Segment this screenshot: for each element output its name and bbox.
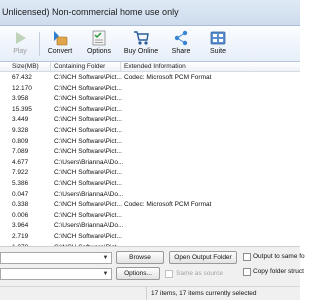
cell-folder: C:\NCH Software\Pict... <box>54 201 122 209</box>
cell-size: 12.170 <box>12 84 32 92</box>
checklist-icon <box>92 30 106 46</box>
chevron-down-icon[interactable]: ▼ <box>101 270 110 278</box>
list-header: Size(MB) Containing Folder Extended Info… <box>0 62 300 72</box>
cell-size: 4.677 <box>12 158 29 166</box>
cell-folder: C:\NCH Software\Pict... <box>54 105 122 113</box>
cell-info: Codec: Microsoft PCM Format <box>124 74 212 81</box>
column-divider <box>50 62 51 72</box>
cell-folder: C:\NCH Software\Pict... <box>54 233 122 240</box>
copy-folder-structure-checkbox[interactable] <box>243 268 251 276</box>
output-panel: ▼ Browse Open Output Folder ▼ Options...… <box>0 246 305 286</box>
cell-size: 0.809 <box>12 137 29 145</box>
table-row[interactable]: 0.809 C:\NCH Software\Pict... <box>0 137 300 148</box>
cell-folder: C:\NCH Software\Pict... <box>54 211 122 219</box>
cell-folder: C:\Users\BriannaA\Do... <box>54 222 124 230</box>
cell-folder: C:\NCH Software\Pict... <box>54 127 122 134</box>
output-format-combo[interactable]: ▼ <box>0 268 112 280</box>
cell-info: Codec: Microsoft PCM Format <box>124 201 212 209</box>
options-label: Options <box>86 48 112 55</box>
share-label: Share <box>171 48 191 55</box>
suite-icon <box>210 31 226 45</box>
convert-button[interactable]: Convert <box>42 28 78 60</box>
table-row[interactable]: 67.432 C:\NCH Software\Pict... Codec: Micr… <box>0 73 300 84</box>
column-info[interactable]: Extended Information <box>124 63 186 70</box>
cell-size: 0.338 <box>12 201 29 209</box>
column-size[interactable]: Size(MB) <box>12 63 39 70</box>
cell-size: 7.089 <box>12 148 29 156</box>
cell-folder: C:\Users\BriannaA\Do... <box>54 158 124 166</box>
table-row[interactable]: 3.449 C:\NCH Software\Pict... <box>0 115 300 126</box>
cell-folder: C:\Users\BriannaA\Do... <box>54 190 124 198</box>
table-row[interactable]: 0.338 C:\NCH Software\Pict... Codec: Micro… <box>0 200 300 211</box>
output-folder-combo[interactable]: ▼ <box>0 252 112 264</box>
table-row[interactable]: 0.006 C:\NCH Software\Pict... <box>0 211 300 222</box>
same-as-source-label: Same as source <box>176 270 223 277</box>
cell-folder: C:\NCH Software\Pict... <box>54 137 122 145</box>
toolbar: Play Convert Options Buy Online Share Su… <box>0 26 300 62</box>
buy-online-label: Buy Online <box>123 48 159 55</box>
cell-size: 9.328 <box>12 127 29 134</box>
play-label: Play <box>13 48 27 55</box>
cell-size: 7.922 <box>12 169 29 177</box>
title-bar: Unlicensed) Non-commercial home use only <box>0 0 300 26</box>
output-same-folder-checkbox[interactable] <box>243 253 251 261</box>
browse-button[interactable]: Browse <box>116 251 164 264</box>
cell-folder: C:\NCH Software\Pict... <box>54 74 122 81</box>
cell-folder: C:\NCH Software\Pict... <box>54 95 122 103</box>
cell-size: 3.958 <box>12 95 29 103</box>
chevron-down-icon[interactable]: ▼ <box>101 254 110 262</box>
table-row[interactable]: 5.386 C:\NCH Software\Pict... <box>0 179 300 190</box>
window-title: Unlicensed) Non-commercial home use only <box>2 7 179 17</box>
buy-online-button[interactable]: Buy Online <box>120 28 162 60</box>
convert-icon <box>54 31 68 46</box>
cell-size: 5.386 <box>12 180 29 187</box>
status-bar: 17 items, 17 items currently selected <box>0 286 300 300</box>
cell-size: 0.006 <box>12 211 29 219</box>
open-output-folder-button[interactable]: Open Output Folder <box>169 251 237 264</box>
file-list[interactable]: Size(MB) Containing Folder Extended Info… <box>0 62 300 246</box>
cart-icon <box>134 31 149 45</box>
status-divider <box>146 287 147 300</box>
table-row[interactable]: 7.089 C:\NCH Software\Pict... <box>0 147 300 158</box>
table-row[interactable]: 7.922 C:\NCH Software\Pict... <box>0 168 300 179</box>
cell-size: 3.449 <box>12 116 29 124</box>
cell-size: 15.395 <box>12 105 32 113</box>
status-text: 17 items, 17 items currently selected <box>151 290 257 297</box>
column-folder[interactable]: Containing Folder <box>54 63 105 70</box>
share-button[interactable]: Share <box>163 28 199 60</box>
table-row[interactable]: 12.170 C:\NCH Software\Pict... <box>0 84 300 95</box>
suite-label: Suite <box>210 48 226 55</box>
column-divider <box>120 62 121 72</box>
share-icon <box>174 30 188 46</box>
cell-size: 2.719 <box>12 233 29 240</box>
toolbar-separator <box>39 32 40 56</box>
play-icon <box>16 32 26 44</box>
same-as-source-checkbox[interactable] <box>165 270 173 278</box>
copy-folder-structure-label: Copy folder struct <box>253 268 304 275</box>
cell-size: 3.964 <box>12 222 29 230</box>
table-row[interactable]: 15.395 C:\NCH Software\Pict... <box>0 105 300 116</box>
play-button[interactable]: Play <box>2 28 38 60</box>
cell-folder: C:\NCH Software\Pict... <box>54 169 122 177</box>
cell-folder: C:\NCH Software\Pict... <box>54 116 122 124</box>
options-dialog-button[interactable]: Options... <box>116 267 160 280</box>
table-row[interactable]: 3.964 C:\Users\BriannaA\Do... <box>0 221 300 232</box>
convert-label: Convert <box>47 48 73 55</box>
cell-size: 0.047 <box>12 190 29 198</box>
cell-size: 67.432 <box>12 74 32 81</box>
suite-button[interactable]: Suite <box>200 28 236 60</box>
options-button[interactable]: Options <box>81 28 117 60</box>
table-row[interactable]: 4.677 C:\Users\BriannaA\Do... <box>0 158 300 169</box>
cell-folder: C:\NCH Software\Pict... <box>54 180 122 187</box>
cell-folder: C:\NCH Software\Pict... <box>54 148 122 156</box>
table-row[interactable]: 9.328 C:\NCH Software\Pict... <box>0 126 300 137</box>
output-same-folder-label: Output to same fo <box>253 253 305 260</box>
table-row[interactable]: 2.719 C:\NCH Software\Pict... <box>0 232 300 243</box>
table-row[interactable]: 0.047 C:\Users\BriannaA\Do... <box>0 190 300 201</box>
table-row[interactable]: 3.958 C:\NCH Software\Pict... <box>0 94 300 105</box>
cell-folder: C:\NCH Software\Pict... <box>54 84 122 92</box>
